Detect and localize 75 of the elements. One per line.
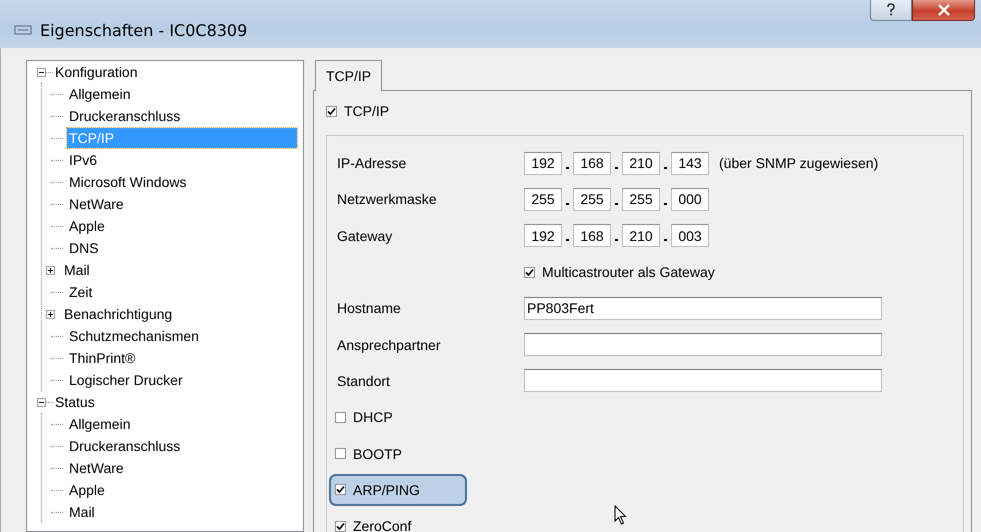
text-field[interactable]: PP803Fert (524, 296, 882, 320)
dot-separator-icon (566, 202, 569, 205)
tree-item[interactable]: Druckeranschluss (67, 436, 182, 456)
tab[interactable]: TCP/IP (315, 60, 382, 91)
help-icon (886, 3, 896, 17)
octet-field[interactable]: 210 (622, 224, 660, 248)
tree-item[interactable]: Konfiguration (53, 62, 140, 82)
checkbox-label: BOOTP (353, 446, 402, 462)
checkbox[interactable] (335, 484, 346, 496)
close-button[interactable] (912, 0, 975, 21)
expander-icon[interactable] (46, 310, 55, 318)
dot-separator-icon (615, 166, 618, 169)
octet-field[interactable]: 255 (524, 188, 562, 211)
mouse-pointer-icon (614, 505, 628, 525)
octet-field[interactable]: 192 (524, 224, 562, 248)
octet-field[interactable]: 003 (671, 224, 709, 248)
field-label: Hostname (337, 300, 402, 316)
tree-item[interactable]: Zeit (67, 282, 94, 302)
expander-icon[interactable] (37, 398, 46, 406)
dot-separator-icon (664, 239, 667, 242)
field-label: Standort (337, 372, 391, 389)
octet-field[interactable]: 255 (573, 188, 611, 211)
checkbox-label: ARP/PING (353, 482, 420, 498)
octet-field[interactable]: 192 (524, 152, 562, 175)
checkbox-label: DHCP (353, 409, 393, 426)
tree-item[interactable]: NetWare (67, 458, 126, 478)
tree-item[interactable]: DNS (67, 238, 101, 258)
dot-separator-icon (615, 202, 618, 205)
expander-icon[interactable] (46, 266, 55, 274)
checkbox[interactable] (335, 520, 346, 532)
checkbox-label: TCP/IP (344, 103, 390, 119)
tree-item[interactable]: ThinPrint® (67, 348, 138, 368)
close-icon (936, 4, 950, 16)
dot-separator-icon (566, 166, 569, 169)
octet-field[interactable]: 210 (622, 152, 660, 175)
tree-item[interactable]: Apple (67, 216, 107, 236)
dot-separator-icon (615, 239, 618, 242)
tree-item[interactable]: Druckeranschluss (67, 106, 182, 126)
field-label: Ansprechpartner (337, 336, 442, 353)
dot-separator-icon (566, 239, 569, 242)
checkbox-label: ZeroConf (353, 518, 412, 532)
text-field[interactable] (524, 333, 882, 356)
tree-item[interactable]: Allgemein (67, 414, 132, 434)
checkbox[interactable] (524, 266, 535, 278)
octet-field[interactable]: 168 (573, 224, 611, 248)
checkbox-label: Multicastrouter als Gateway (542, 264, 715, 280)
app-icon (14, 23, 32, 37)
checkbox[interactable] (326, 106, 337, 116)
window-title: Eigenschaften - IC0C8309 (40, 21, 248, 40)
field-label: Netzwerkmaske (337, 191, 438, 208)
tree-item[interactable]: Allgemein (67, 84, 132, 104)
tree-item[interactable]: Microsoft Windows (67, 172, 188, 192)
dot-separator-icon (664, 166, 667, 169)
text-field[interactable] (524, 369, 882, 392)
tree-item[interactable]: Apple (67, 480, 107, 500)
help-button[interactable] (870, 0, 912, 21)
octet-field[interactable]: 143 (671, 152, 709, 175)
tree-item[interactable]: Mail (62, 260, 92, 280)
tree-item[interactable]: Mail (67, 502, 97, 522)
field-label: Gateway (337, 228, 394, 244)
tree-item[interactable]: Status (53, 392, 97, 412)
checkbox[interactable] (335, 412, 346, 423)
field-label: IP-Adresse (337, 155, 408, 172)
dot-separator-icon (664, 202, 667, 205)
tree-item[interactable]: Benachrichtigung (62, 304, 174, 324)
checkbox[interactable] (335, 448, 346, 460)
octet-field[interactable]: 000 (671, 188, 709, 211)
octet-field[interactable]: 168 (573, 152, 611, 175)
tree-item[interactable]: NetWare (67, 194, 126, 214)
tree-item[interactable]: Logischer Drucker (67, 370, 185, 390)
field-note: (über SNMP zugewiesen) (719, 155, 878, 172)
octet-field[interactable]: 255 (622, 188, 660, 211)
expander-icon[interactable] (37, 68, 46, 76)
tree-item[interactable]: Schutzmechanismen (67, 326, 201, 346)
tree-item[interactable]: IPv6 (67, 150, 100, 170)
